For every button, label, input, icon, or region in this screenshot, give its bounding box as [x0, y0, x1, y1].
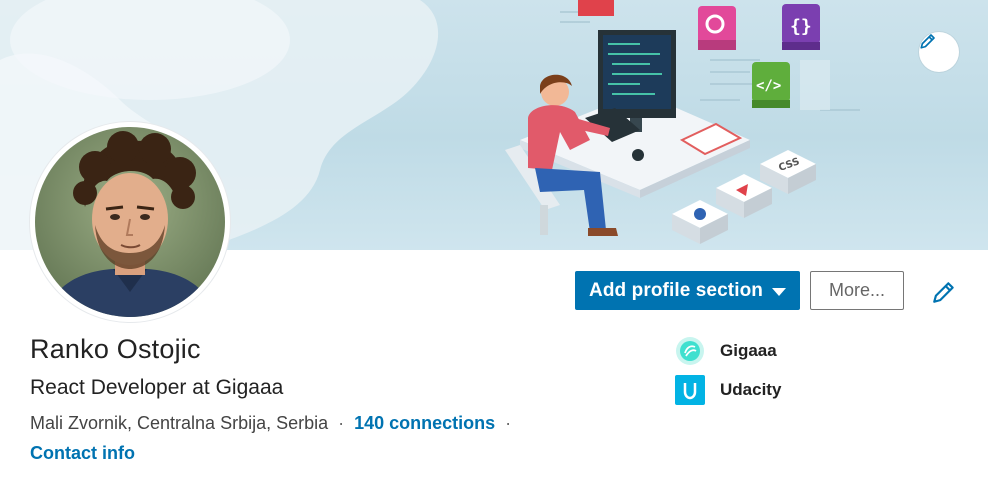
profile-meta: Mali Zvornik, Centralna Srbija, Serbia ·…: [30, 413, 521, 434]
contact-info-link[interactable]: Contact info: [30, 443, 135, 464]
gigaaa-logo-icon: [675, 336, 705, 366]
separator-dot: ·: [505, 413, 512, 433]
org-item-udacity[interactable]: Udacity: [675, 375, 781, 405]
profile-headline: React Developer at Gigaaa: [30, 376, 284, 399]
connections-link[interactable]: 140 connections: [354, 413, 495, 434]
pencil-icon: [933, 282, 954, 303]
caret-down-icon: [771, 287, 786, 296]
svg-text:{}: {}: [790, 16, 812, 37]
profile-avatar[interactable]: [30, 122, 230, 322]
edit-intro-button[interactable]: [928, 276, 960, 308]
separator-dot: ·: [338, 413, 345, 433]
profile-card: {} </> CSS Add profile section More... R…: [0, 0, 988, 481]
add-profile-section-label: Add profile section: [589, 279, 763, 301]
udacity-logo-icon: [675, 375, 705, 405]
edit-banner-button[interactable]: [919, 32, 959, 72]
svg-text:</>: </>: [756, 78, 781, 94]
avatar-photo: [35, 127, 225, 317]
pencil-icon: [920, 34, 935, 49]
profile-name: Ranko Ostojic: [30, 334, 201, 364]
more-label: More...: [828, 280, 885, 300]
org-name: Gigaaa: [720, 341, 777, 360]
org-item-gigaaa[interactable]: Gigaaa: [675, 336, 777, 366]
org-name: Udacity: [720, 380, 782, 399]
more-button[interactable]: More...: [810, 271, 904, 310]
profile-location: Mali Zvornik, Centralna Srbija, Serbia: [30, 413, 329, 433]
add-profile-section-button[interactable]: Add profile section: [575, 271, 800, 310]
